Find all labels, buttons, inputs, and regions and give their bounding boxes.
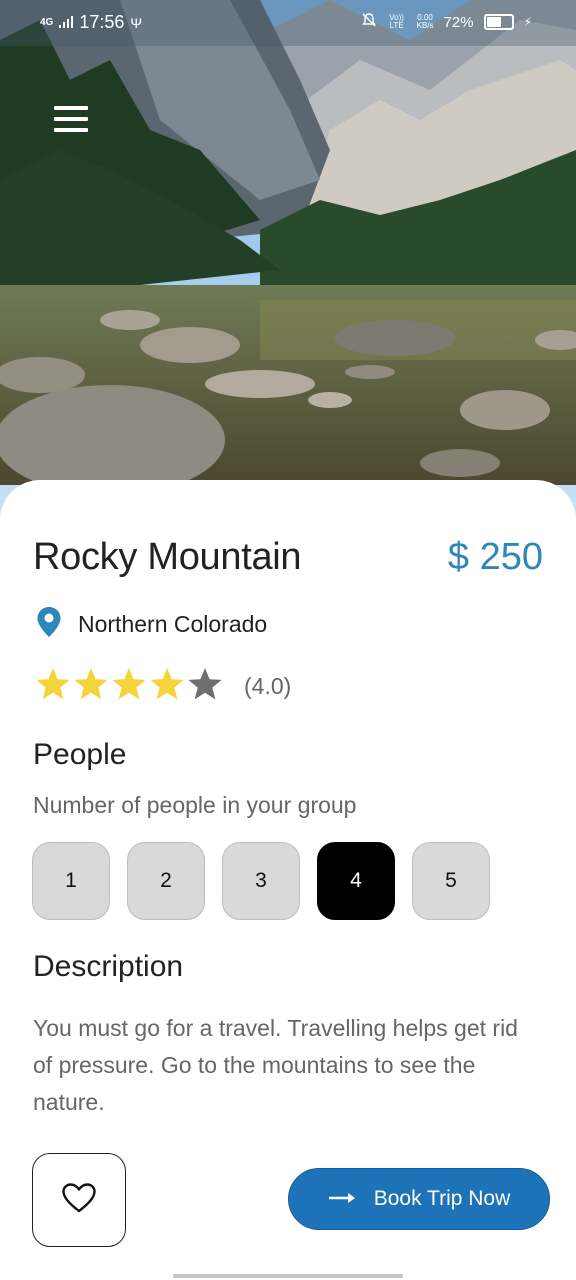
- home-indicator[interactable]: [173, 1274, 403, 1278]
- menu-button[interactable]: [54, 106, 88, 132]
- favorite-button[interactable]: [32, 1153, 126, 1247]
- clock: 17:56: [79, 12, 125, 32]
- star-filled-icon: [110, 666, 148, 707]
- rating: (4.0): [34, 666, 291, 707]
- status-bar: 4G 17:56 Ψ Vo)) LTE 0.00 KB/s 72% ⚡: [0, 0, 576, 46]
- book-trip-button[interactable]: Book Trip Now: [288, 1168, 550, 1230]
- people-option-2[interactable]: 2: [127, 842, 205, 920]
- battery-fill: [486, 17, 501, 27]
- charging-icon: ⚡: [523, 15, 532, 29]
- battery-icon: [483, 14, 514, 30]
- volte-indicator: Vo)) LTE: [389, 13, 404, 30]
- status-right: Vo)) LTE 0.00 KB/s 72% ⚡: [361, 12, 532, 32]
- hamburger-icon-line: [54, 117, 88, 121]
- location-text: Northern Colorado: [78, 611, 268, 637]
- people-option-3[interactable]: 3: [222, 842, 300, 920]
- hero-image: [0, 0, 576, 540]
- network-type: 4G: [40, 16, 54, 28]
- battery-percent: 72%: [443, 13, 474, 31]
- usb-icon: Ψ: [130, 14, 143, 31]
- location: Northern Colorado: [36, 606, 267, 643]
- star-empty-icon: [186, 666, 224, 707]
- network-speed-unit: KB/s: [416, 21, 434, 30]
- people-heading: People: [33, 738, 127, 771]
- people-option-1[interactable]: 1: [32, 842, 110, 920]
- people-option-5[interactable]: 5: [412, 842, 490, 920]
- people-subtitle: Number of people in your group: [33, 792, 357, 818]
- destination-price: $ 250: [447, 536, 543, 578]
- network-speed: 0.00 KB/s: [417, 14, 434, 30]
- rating-value: (4.0): [244, 673, 292, 699]
- status-left: 4G 17:56 Ψ: [40, 12, 142, 33]
- description-text: You must go for a travel. Travelling hel…: [33, 1015, 518, 1115]
- star-filled-icon: [72, 666, 110, 707]
- map-pin-icon: [36, 606, 62, 643]
- hamburger-icon-line: [54, 106, 88, 110]
- signal-icon: [59, 13, 74, 33]
- people-selector: 12345: [32, 842, 490, 920]
- hamburger-icon-line: [54, 128, 88, 132]
- destination-title: Rocky Mountain: [33, 536, 302, 578]
- star-rating: [34, 666, 224, 707]
- description-heading: Description: [33, 950, 184, 983]
- arrow-right-icon: [328, 1187, 356, 1211]
- mute-bell-icon: [361, 12, 377, 32]
- book-trip-label: Book Trip Now: [373, 1187, 511, 1210]
- people-option-4[interactable]: 4: [317, 842, 395, 920]
- star-filled-icon: [148, 666, 186, 707]
- star-filled-icon: [34, 666, 72, 707]
- heart-outline-icon: [62, 1182, 96, 1218]
